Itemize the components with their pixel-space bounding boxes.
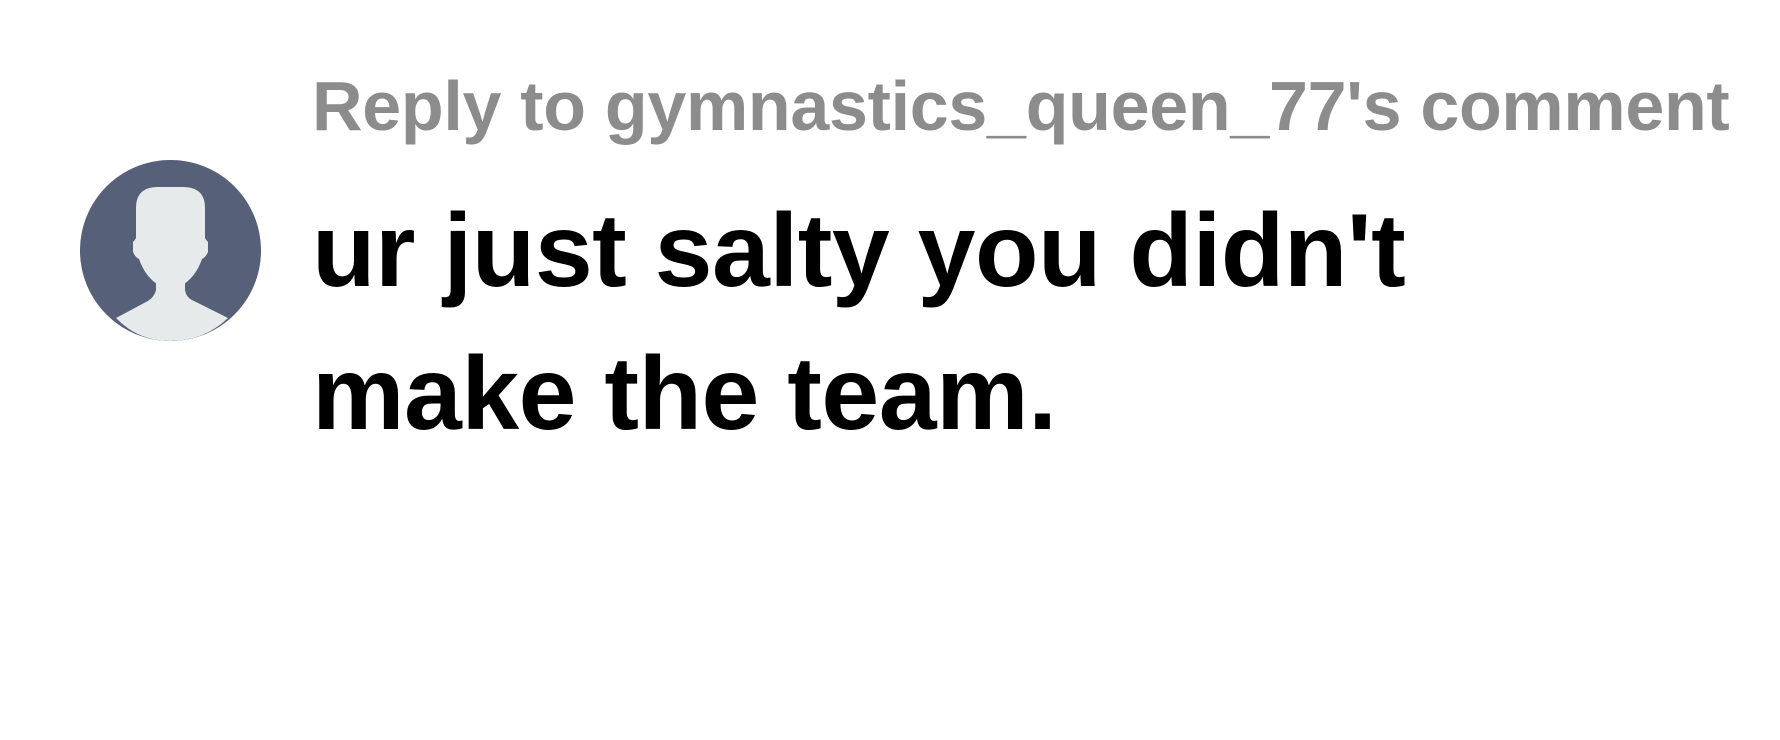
reply-header: Reply to gymnastics_queen_77's comment — [312, 67, 1730, 145]
default-user-avatar-icon — [80, 160, 261, 341]
avatar — [80, 160, 261, 341]
comment-text: ur just salty you didn't make the team. — [312, 193, 1406, 452]
reply-card: Reply to gymnastics_queen_77's comment u… — [0, 0, 1780, 740]
